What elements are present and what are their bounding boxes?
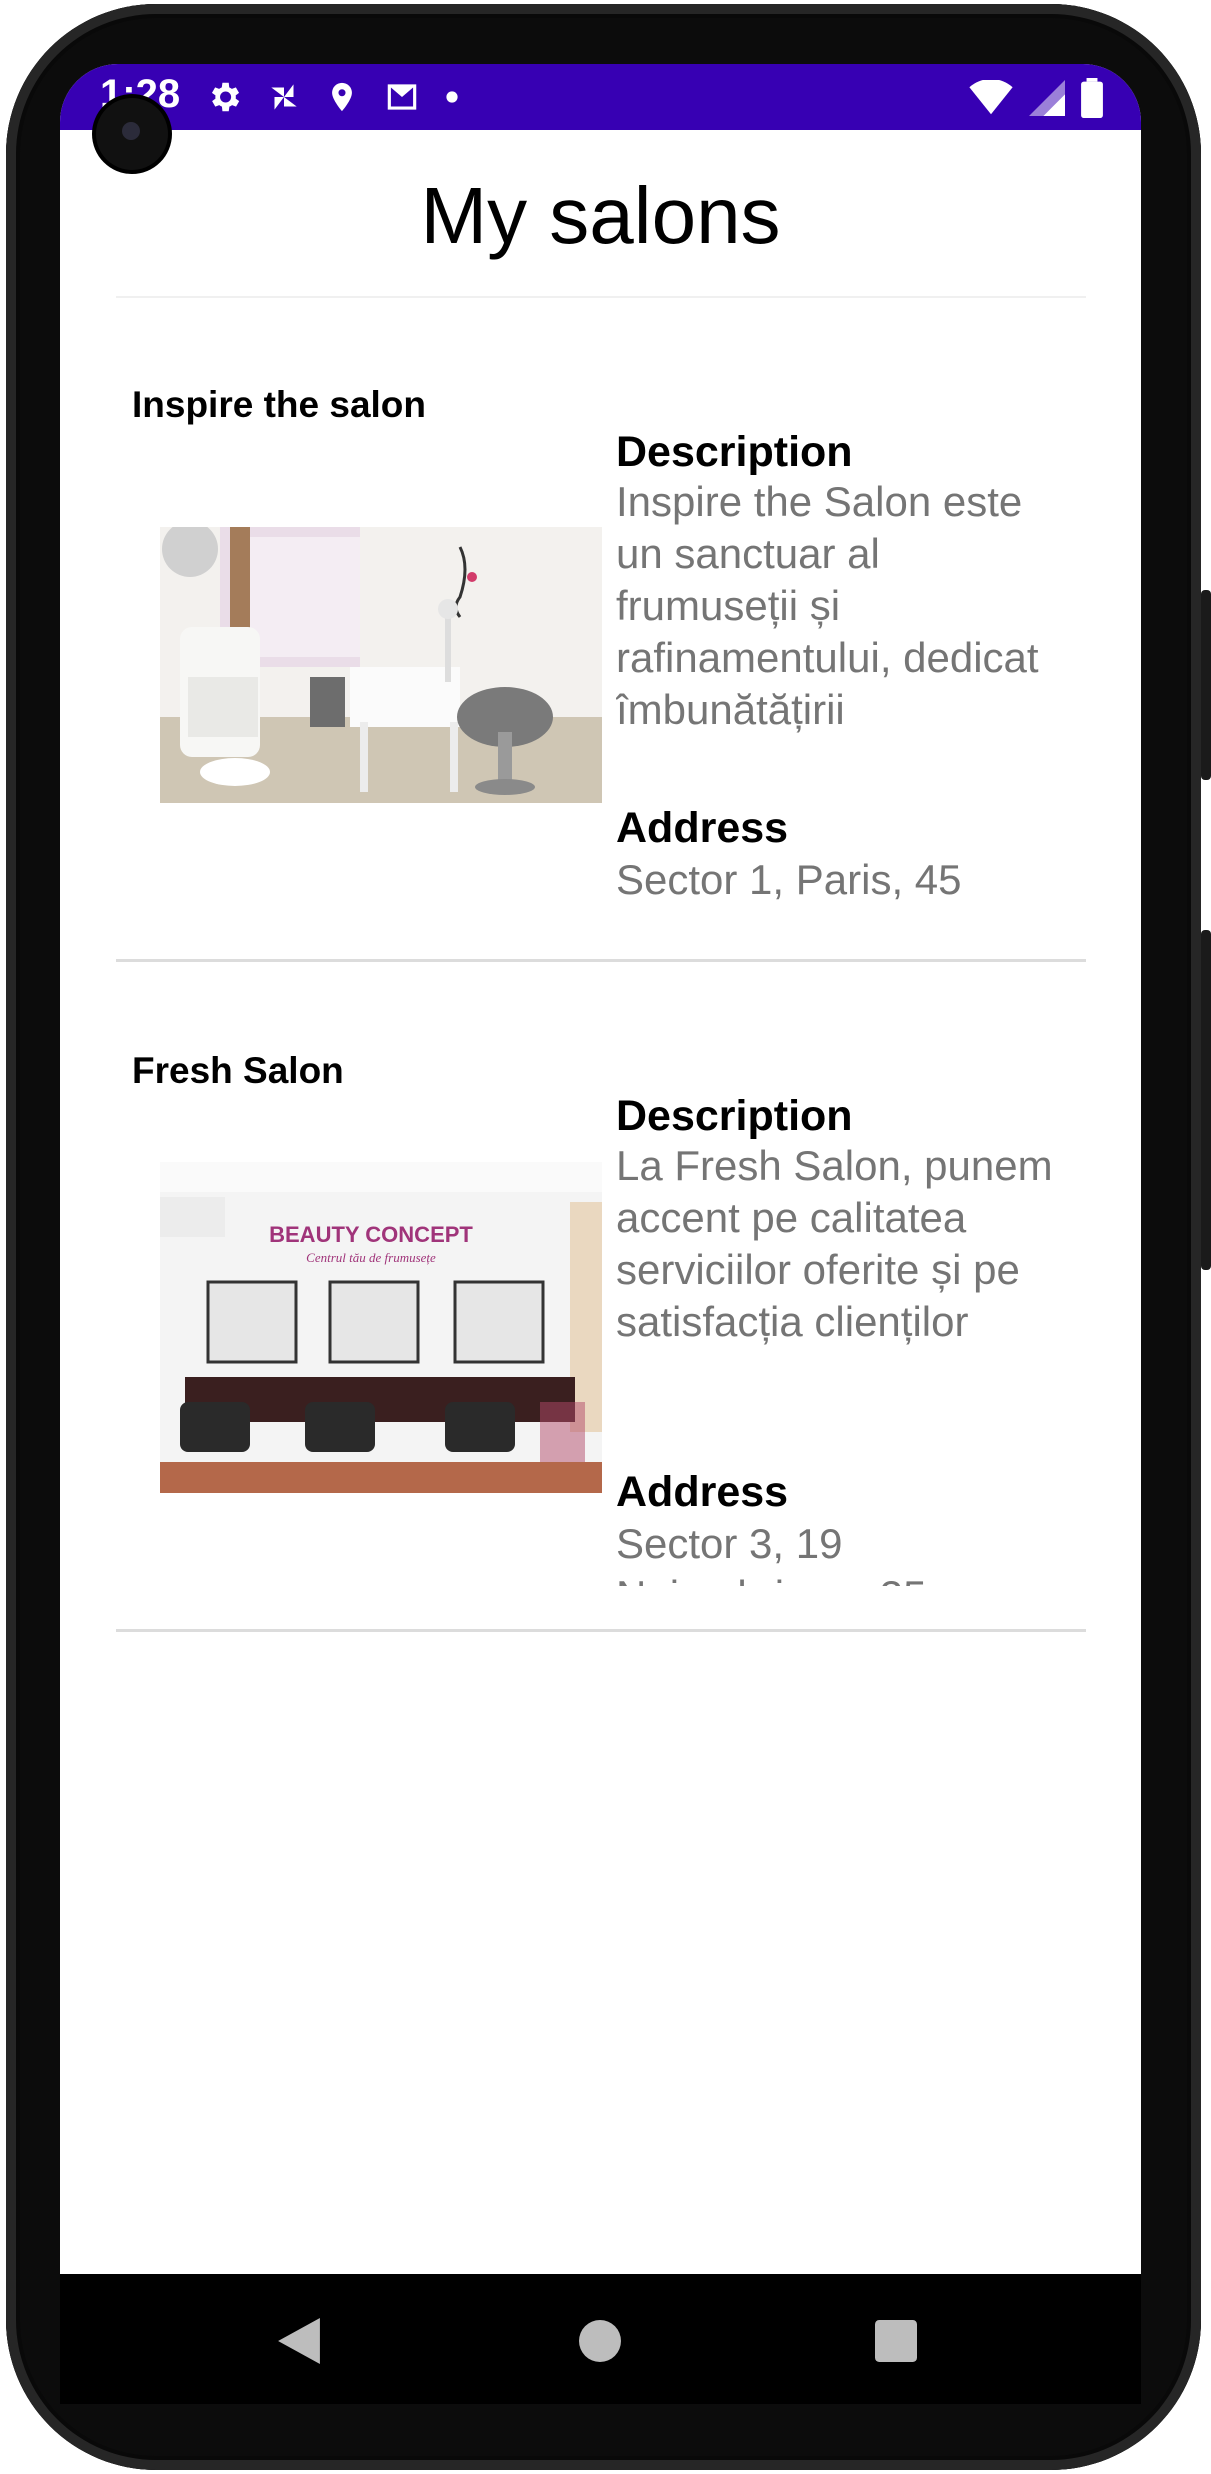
address-text: Sector 3, 19 Noiembrie, nr 35: [616, 1520, 926, 1586]
address-text-clip: Sector 3, 19 Noiembrie, nr 35: [616, 1518, 1056, 1586]
home-circle-icon[interactable]: [579, 2320, 621, 2362]
navigation-bar: [60, 2274, 1141, 2404]
notification-icons: [205, 78, 459, 116]
pinwheel-icon: [271, 84, 297, 110]
power-button: [1201, 930, 1211, 1270]
image-subtitle: Centrul tău de frumusețe: [306, 1250, 436, 1265]
gear-icon: [211, 82, 240, 112]
back-triangle-icon[interactable]: [278, 2318, 320, 2364]
front-camera: [96, 98, 168, 170]
salon-card[interactable]: Fresh Salon BEAUTY CONCEPT Centrul tău d…: [116, 962, 1086, 1672]
page-title: My salons: [420, 171, 781, 260]
salon-interior-image: BEAUTY CONCEPT Centrul tău de frumusețe: [160, 1162, 602, 1493]
address-label: Address: [616, 1468, 789, 1516]
image-sign: BEAUTY CONCEPT: [269, 1222, 473, 1247]
dot-icon: [446, 91, 458, 103]
address-text: Sector 1, Paris, 45: [616, 856, 962, 903]
salon-name: Inspire the salon: [132, 384, 427, 425]
description-text: La Fresh Salon, punem accent pe calitate…: [616, 1142, 1053, 1345]
recents-square-icon[interactable]: [875, 2320, 917, 2362]
battery-icon: [1081, 78, 1103, 118]
salon-card[interactable]: Inspire the salon Description Inspire th…: [116, 300, 1086, 1025]
description-text-clip: Inspire the Salon este un sanctuar al fr…: [616, 476, 1056, 738]
description-text-clip: La Fresh Salon, punem accent pe calitate…: [616, 1140, 1056, 1402]
location-pin-icon: [332, 82, 352, 112]
status-bar: 1:28: [60, 64, 1141, 130]
address-label: Address: [616, 804, 789, 852]
salon-details: Description Inspire the Salon este un sa…: [616, 428, 1056, 968]
phone-frame: 1:28 My salons Inspire the salon Descrip…: [0, 0, 1211, 2474]
signal-icon: [1029, 80, 1065, 116]
card-divider: [116, 1629, 1086, 1632]
wifi-icon: [969, 80, 1013, 115]
mail-icon: [387, 84, 417, 110]
salon-details: Description La Fresh Salon, punem accent…: [616, 1092, 1056, 1672]
system-icons: [969, 78, 1103, 118]
salon-interior-image: [160, 527, 602, 803]
salon-name: Fresh Salon: [132, 1050, 344, 1091]
title-divider: [116, 296, 1086, 298]
volume-button: [1201, 590, 1211, 780]
salon-photo: BEAUTY CONCEPT Centrul tău de frumusețe: [160, 1162, 602, 1493]
app-screen: 1:28 My salons Inspire the salon Descrip…: [60, 64, 1141, 2274]
description-label: Description: [616, 428, 853, 476]
salon-photo: [160, 527, 602, 803]
description-label: Description: [616, 1092, 853, 1140]
description-text: Inspire the Salon este un sanctuar al fr…: [616, 478, 1039, 733]
